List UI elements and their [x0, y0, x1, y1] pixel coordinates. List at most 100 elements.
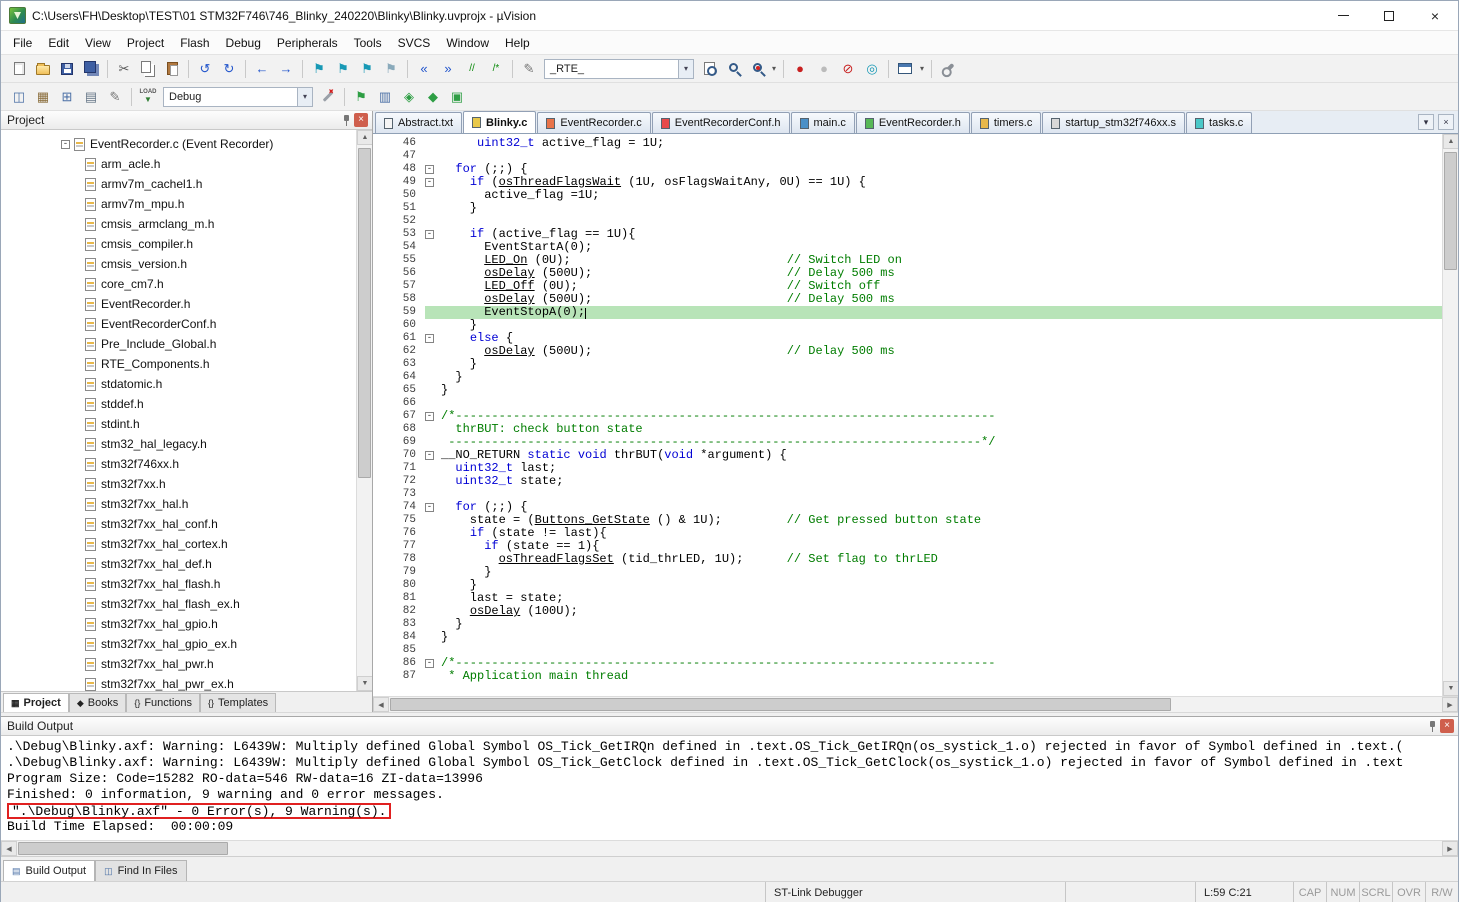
- new-file-button[interactable]: [8, 59, 30, 79]
- scrollbar-thumb[interactable]: [358, 148, 371, 478]
- file-extensions-button[interactable]: ▥: [374, 87, 396, 107]
- menu-debug[interactable]: Debug: [218, 33, 269, 53]
- save-all-button[interactable]: [80, 59, 102, 79]
- chevron-down-icon[interactable]: ▾: [917, 64, 927, 73]
- scroll-up-icon[interactable]: ▲: [1443, 134, 1458, 149]
- menu-edit[interactable]: Edit: [40, 33, 77, 53]
- batch-setup-button[interactable]: ✎: [104, 87, 126, 107]
- find-in-files-button[interactable]: [698, 59, 720, 79]
- fold-collapse-icon[interactable]: -: [425, 659, 434, 668]
- code-line[interactable]: 51 }: [373, 202, 1442, 215]
- tree-file-item[interactable]: Pre_Include_Global.h: [1, 334, 356, 354]
- tree-file-item[interactable]: cmsis_compiler.h: [1, 234, 356, 254]
- code-line[interactable]: 83 }: [373, 618, 1442, 631]
- scrollbar-thumb[interactable]: [1444, 152, 1457, 270]
- clear-bookmarks-button[interactable]: ⚑: [380, 59, 402, 79]
- doc-tab-abstract-txt[interactable]: Abstract.txt: [375, 112, 462, 133]
- tree-file-item[interactable]: stm32f746xx.h: [1, 454, 356, 474]
- unindent-button[interactable]: «: [413, 59, 435, 79]
- tree-file-item[interactable]: armv7m_cachel1.h: [1, 174, 356, 194]
- code-line[interactable]: 73: [373, 488, 1442, 501]
- doc-tab-eventrecorderconf-h[interactable]: EventRecorderConf.h: [652, 112, 790, 133]
- doc-tab-main-c[interactable]: main.c: [791, 112, 855, 133]
- scroll-left-icon[interactable]: ◀: [373, 697, 389, 712]
- code-line[interactable]: 46 uint32_t active_flag = 1U;: [373, 137, 1442, 150]
- build-output-hscrollbar[interactable]: ◀ ▶: [1, 840, 1458, 856]
- minimize-button[interactable]: [1320, 1, 1366, 30]
- panel-tab-project[interactable]: ▦Project: [3, 693, 69, 712]
- tree-file-item[interactable]: EventRecorder.h: [1, 294, 356, 314]
- menu-window[interactable]: Window: [438, 33, 497, 53]
- edit-flags-button[interactable]: ✎: [518, 59, 540, 79]
- tree-file-item[interactable]: stm32f7xx_hal_conf.h: [1, 514, 356, 534]
- tree-file-item[interactable]: stdatomic.h: [1, 374, 356, 394]
- doc-tab-timers-c[interactable]: timers.c: [971, 112, 1042, 133]
- rebuild-button[interactable]: ⊞: [56, 87, 78, 107]
- code-line[interactable]: 60 }: [373, 319, 1442, 332]
- tree-file-item[interactable]: stm32f7xx.h: [1, 474, 356, 494]
- menu-project[interactable]: Project: [119, 33, 172, 53]
- chevron-down-icon[interactable]: ▾: [769, 64, 779, 73]
- tree-file-item[interactable]: cmsis_version.h: [1, 254, 356, 274]
- tree-file-item[interactable]: arm_acle.h: [1, 154, 356, 174]
- scroll-up-icon[interactable]: ▲: [357, 130, 372, 145]
- code-line[interactable]: 47: [373, 150, 1442, 163]
- tree-file-item[interactable]: stm32f7xx_hal_gpio.h: [1, 614, 356, 634]
- code-editor[interactable]: 46 uint32_t active_flag = 1U;4748- for (…: [373, 134, 1442, 696]
- uncomment-button[interactable]: /*: [485, 59, 507, 79]
- close-document-icon[interactable]: ×: [1438, 114, 1454, 130]
- toggle-bookmark-button[interactable]: ⚑: [308, 59, 330, 79]
- tree-file-item[interactable]: stm32_hal_legacy.h: [1, 434, 356, 454]
- scrollbar-thumb[interactable]: [18, 842, 228, 855]
- doc-tab-tasks-c[interactable]: tasks.c: [1186, 112, 1252, 133]
- configure-button[interactable]: [937, 59, 959, 79]
- menu-help[interactable]: Help: [497, 33, 538, 53]
- close-button[interactable]: ×: [1412, 1, 1458, 30]
- build-button[interactable]: ▦: [32, 87, 54, 107]
- tree-file-item[interactable]: stm32f7xx_hal_flash.h: [1, 574, 356, 594]
- undo-button[interactable]: ↺: [194, 59, 216, 79]
- menu-view[interactable]: View: [77, 33, 119, 53]
- manage-components-button[interactable]: ⚑: [350, 87, 372, 107]
- scroll-down-icon[interactable]: ▼: [1443, 681, 1458, 696]
- scrollbar-thumb[interactable]: [390, 698, 1171, 711]
- tree-file-item[interactable]: stm32f7xx_hal_cortex.h: [1, 534, 356, 554]
- tree-file-item[interactable]: core_cm7.h: [1, 274, 356, 294]
- incremental-find-button[interactable]: [746, 59, 768, 79]
- tree-file-item[interactable]: cmsis_armclang_m.h: [1, 214, 356, 234]
- menu-flash[interactable]: Flash: [172, 33, 217, 53]
- fold-collapse-icon[interactable]: -: [425, 412, 434, 421]
- tree-file-item[interactable]: EventRecorderConf.h: [1, 314, 356, 334]
- code-line[interactable]: 87 * Application main thread: [373, 670, 1442, 683]
- fold-collapse-icon[interactable]: -: [425, 334, 434, 343]
- previous-bookmark-button[interactable]: ⚑: [332, 59, 354, 79]
- code-line[interactable]: 65}: [373, 384, 1442, 397]
- navigate-back-button[interactable]: ←: [251, 59, 273, 79]
- target-options-button[interactable]: [317, 87, 339, 107]
- tree-file-item[interactable]: stm32f7xx_hal_gpio_ex.h: [1, 634, 356, 654]
- code-line[interactable]: 64 }: [373, 371, 1442, 384]
- doc-tab-blinky-c[interactable]: Blinky.c: [463, 111, 536, 133]
- code-line[interactable]: 62 osDelay (500U); // Delay 500 ms: [373, 345, 1442, 358]
- disable-breakpoint-button[interactable]: ●: [813, 59, 835, 79]
- manage-packs-button[interactable]: ◆: [422, 87, 444, 107]
- tree-file-item[interactable]: stm32f7xx_hal_flash_ex.h: [1, 594, 356, 614]
- tree-file-item[interactable]: stm32f7xx_hal_pwr.h: [1, 654, 356, 674]
- project-scrollbar[interactable]: ▲ ▼: [356, 130, 372, 691]
- doc-tab-startup-stm32f746xx-s[interactable]: startup_stm32f746xx.s: [1042, 112, 1185, 133]
- menu-file[interactable]: File: [5, 33, 40, 53]
- doc-tab-eventrecorder-h[interactable]: EventRecorder.h: [856, 112, 970, 133]
- maximize-button[interactable]: [1366, 1, 1412, 30]
- tree-file-item[interactable]: stm32f7xx_hal_def.h: [1, 554, 356, 574]
- tree-file-item[interactable]: stdint.h: [1, 414, 356, 434]
- editor-hscrollbar[interactable]: ◀ ▶: [373, 696, 1458, 712]
- editor-vscrollbar[interactable]: ▲ ▼: [1442, 134, 1458, 696]
- build-output-close-icon[interactable]: ×: [1440, 719, 1454, 733]
- doc-tab-eventrecorder-c[interactable]: EventRecorder.c: [537, 112, 650, 133]
- code-line[interactable]: 84}: [373, 631, 1442, 644]
- project-close-icon[interactable]: ×: [354, 113, 368, 127]
- copy-button[interactable]: [137, 59, 159, 79]
- find-button[interactable]: [722, 59, 744, 79]
- search-combo[interactable]: _RTE_▾: [544, 59, 694, 79]
- tree-file-item[interactable]: RTE_Components.h: [1, 354, 356, 374]
